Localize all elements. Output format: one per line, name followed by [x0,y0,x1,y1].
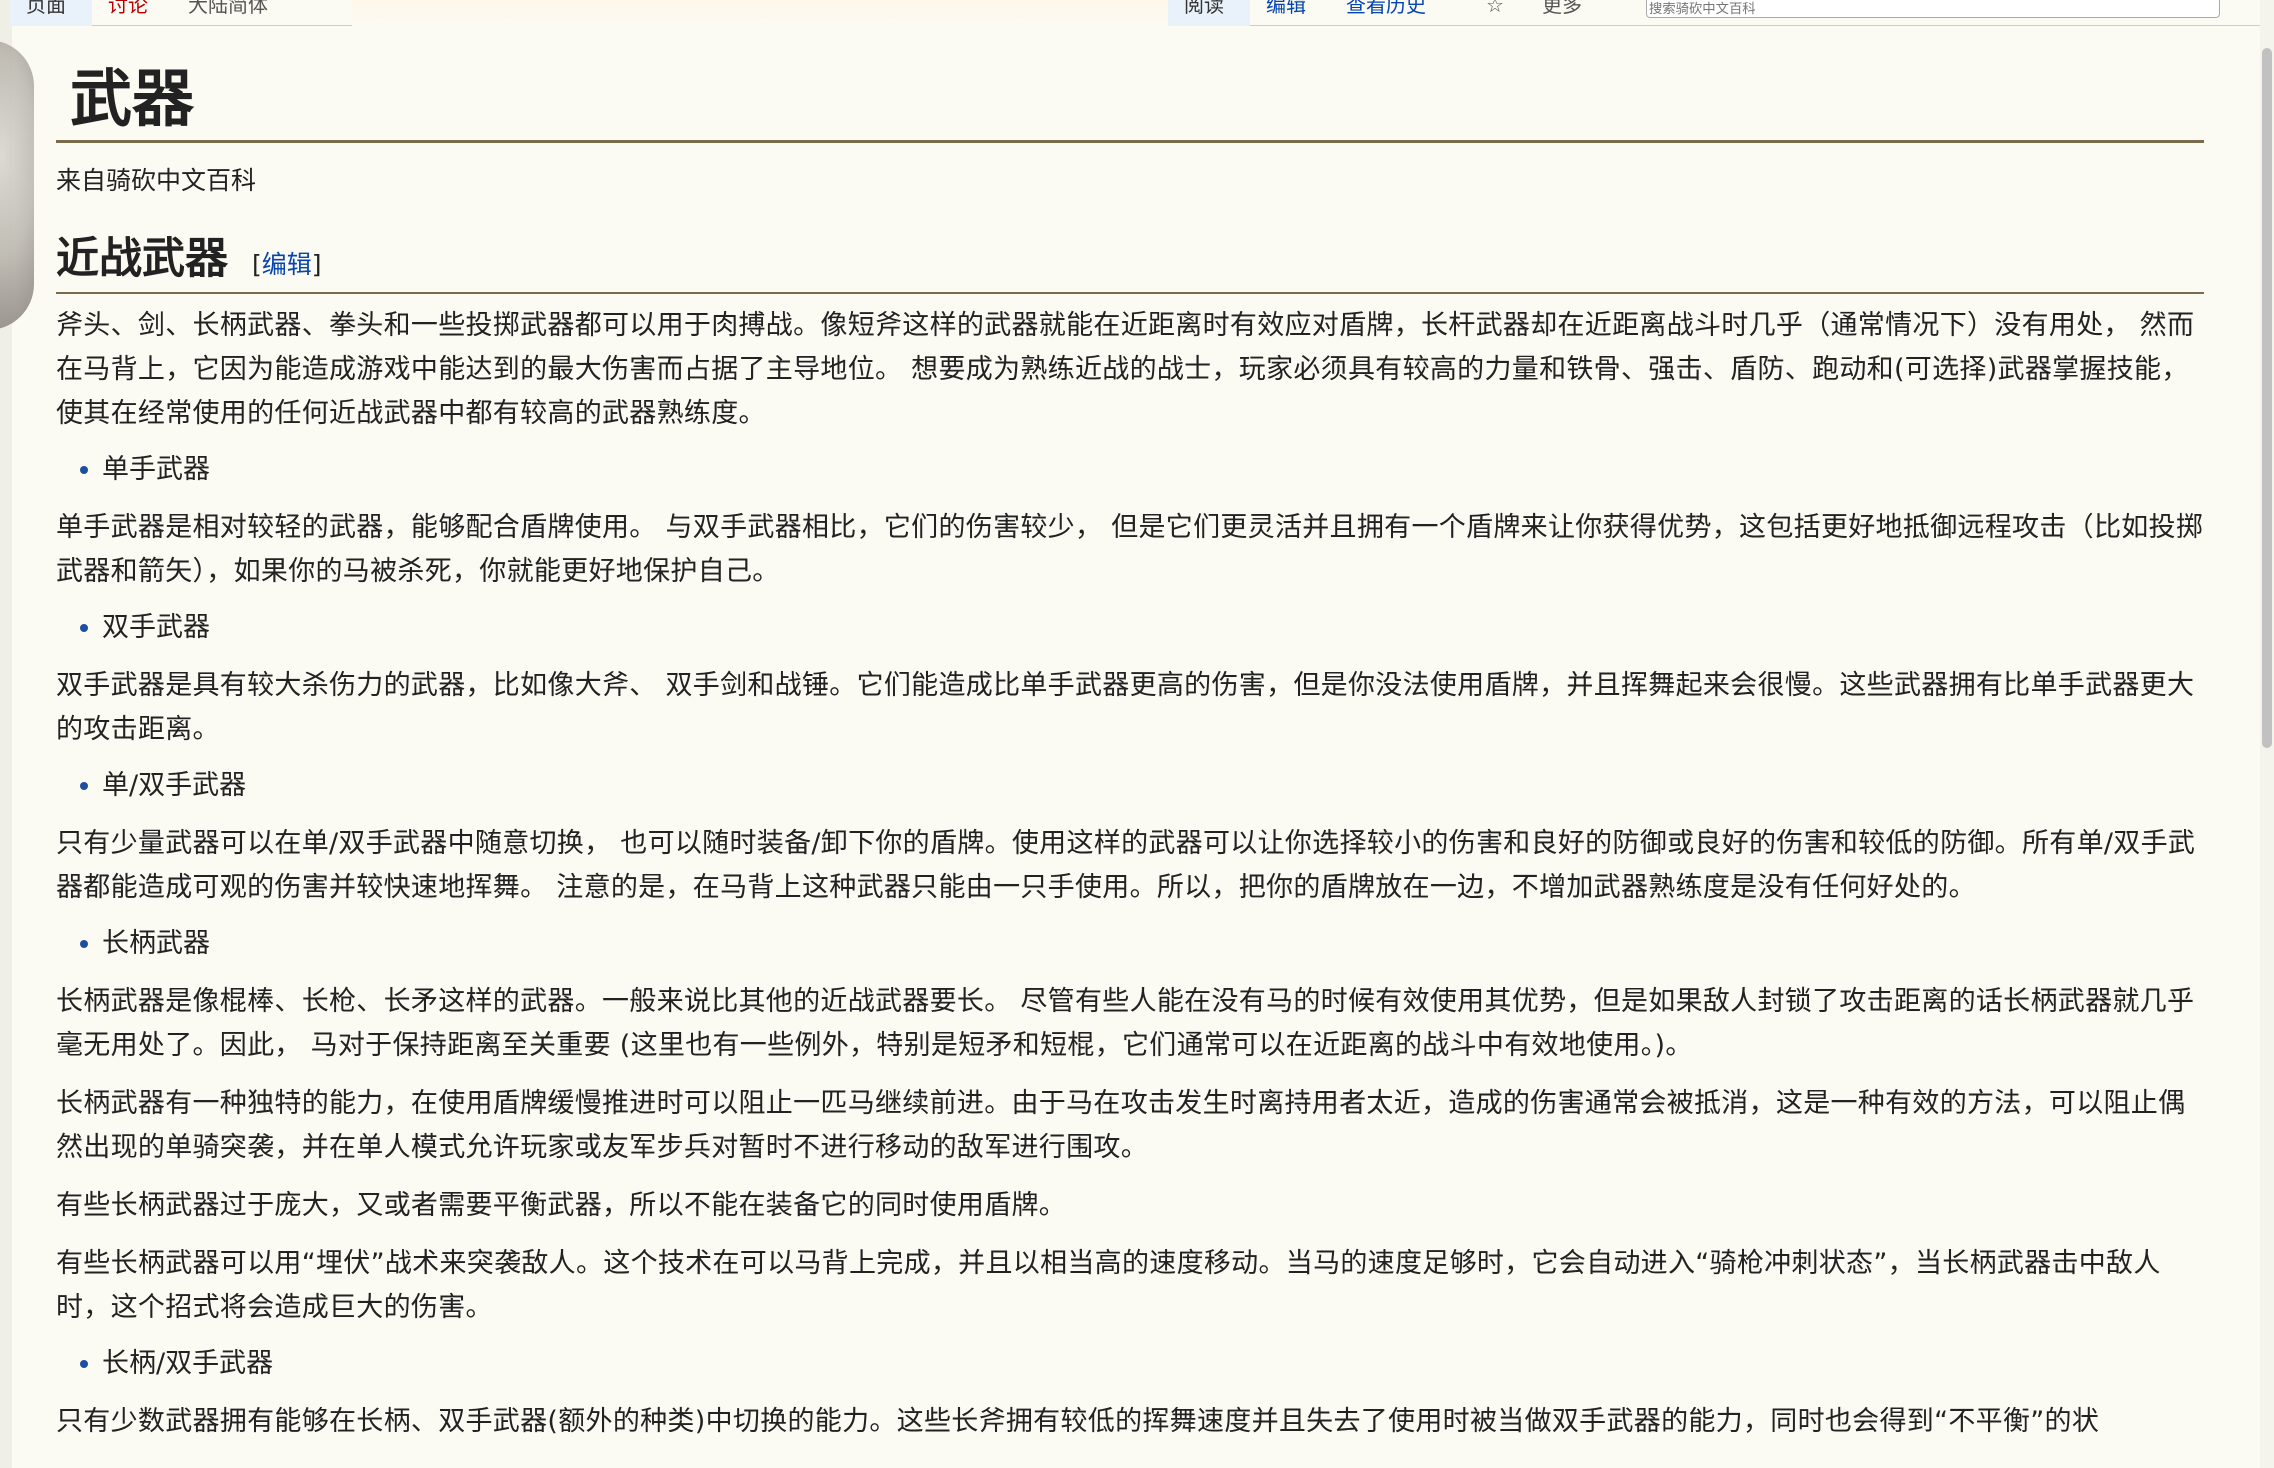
list-item-polearm: 长柄武器 [80,922,2204,966]
polearm-paragraph-1: 长柄武器是像棍棒、长枪、长矛这样的武器。一般来说比其他的近战武器要长。 尽管有些… [56,985,2195,1061]
list-item-label: 单手武器 [102,453,210,485]
edit-section-link[interactable]: 编辑 [262,250,312,279]
main-content: 武器 来自骑砍中文百科 近战武器 [编辑] 斧头、剑、长柄武器、拳头和一些投掷武… [56,26,2204,1444]
section-title: 近战武器 [56,233,228,284]
edit-bracket-open: [ [252,249,262,279]
polearm-paragraph-4: 有些长柄武器可以用“埋伏”战术来突袭敌人。这个技术在可以马背上完成，并且以相当高… [56,1247,2161,1323]
section-edit: [编辑] [252,245,322,281]
bullet-icon [80,939,88,948]
scrollbar-thumb[interactable] [2262,48,2272,748]
tab-page[interactable]: 页面 [10,0,92,26]
site-subtitle: 来自骑砍中文百科 [56,166,257,196]
tab-history[interactable]: 查看历史 [1330,0,1470,26]
tab-read[interactable]: 阅读 [1168,0,1250,26]
bullet-icon [80,465,88,474]
variant-selector[interactable]: 大陆简体 [172,0,352,26]
two-hand-paragraph: 双手武器是具有较大杀伤力的武器，比如像大斧、 双手剑和战锤。它们能造成比单手武器… [56,669,2195,745]
watch-star-icon[interactable]: ☆ [1470,0,1526,26]
intro-paragraph: 斧头、剑、长柄武器、拳头和一些投掷武器都可以用于肉搏战。像短斧这样的武器就能在近… [56,309,2195,429]
list-item-label: 单/双手武器 [102,769,247,801]
tab-edit[interactable]: 编辑 [1250,0,1330,26]
one-hand-paragraph: 单手武器是相对较轻的武器，能够配合盾牌使用。 与双手武器相比，它们的伤害较少， … [56,511,2204,587]
list-item-label: 双手武器 [102,611,210,643]
page-title: 武器 [70,62,195,135]
one-two-hand-paragraph: 只有少量武器可以在单/双手武器中随意切换， 也可以随时装备/卸下你的盾牌。使用这… [56,827,2196,903]
tab-discussion[interactable]: 讨论 [92,0,172,26]
page-scrollbar[interactable] [2260,0,2274,1468]
title-divider [56,140,2204,144]
bullet-icon [80,781,88,790]
bullet-icon [80,623,88,632]
search-input[interactable] [1646,0,2220,18]
polearm-paragraph-3: 有些长柄武器过于庞大，又或者需要平衡武器，所以不能在装备它的同时使用盾牌。 [56,1189,1067,1221]
list-item-one-two-hand: 单/双手武器 [80,764,2204,808]
site-logo-icon [0,40,34,330]
polearm-paragraph-2: 长柄武器有一种独特的能力，在使用盾牌缓慢推进时可以阻止一匹马继续前进。由于马在攻… [56,1087,2186,1163]
more-menu[interactable]: 更多 [1526,0,1616,26]
edit-bracket-close: ] [311,249,322,279]
list-item-polearm-two-hand: 长柄/双手武器 [80,1342,2204,1386]
left-edge-strip [0,0,34,1468]
section-heading: 近战武器 [编辑] [56,224,2204,294]
tab-spacer [352,0,1168,26]
list-item-label: 长柄/双手武器 [102,1347,274,1379]
list-item-two-hand: 双手武器 [80,606,2204,650]
polearm-two-hand-paragraph: 只有少数武器拥有能够在长柄、双手武器(额外的种类)中切换的能力。这些长斧拥有较低… [56,1405,2100,1437]
list-item-label: 长柄武器 [102,927,210,959]
list-item-one-hand: 单手武器 [80,448,2204,492]
bullet-icon [80,1359,88,1368]
